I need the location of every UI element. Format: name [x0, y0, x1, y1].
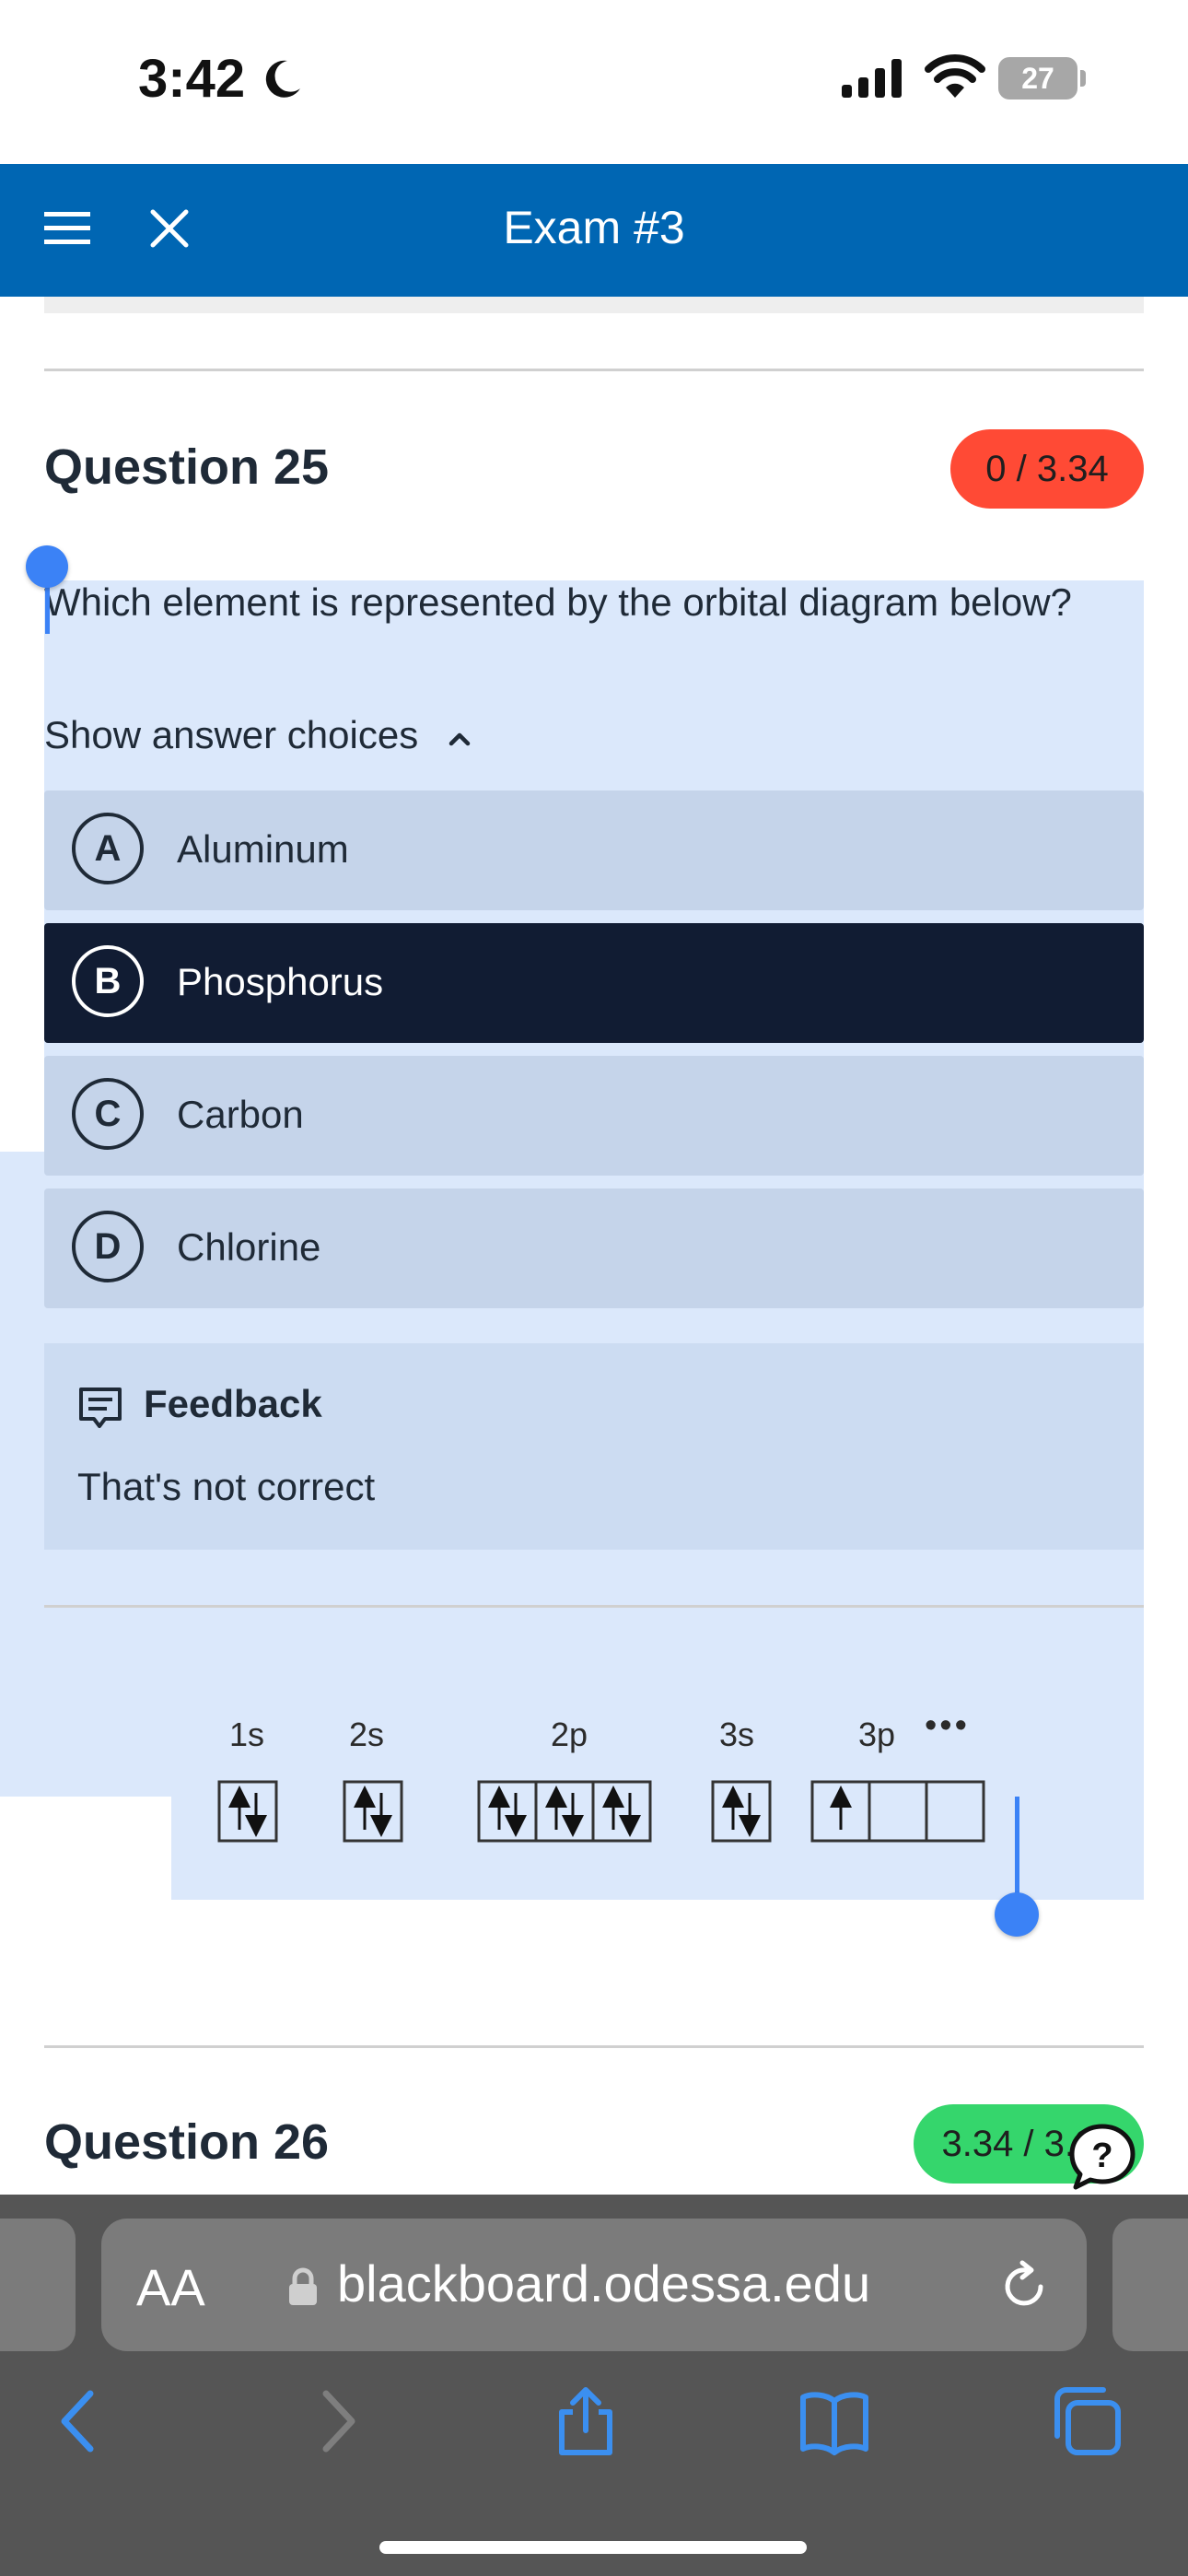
answer-choice-d[interactable]: D Chlorine [44, 1188, 1144, 1308]
svg-text:?: ? [1091, 2137, 1112, 2175]
cellular-signal-icon [842, 59, 902, 98]
question-25-score-badge: 0 / 3.34 [950, 429, 1144, 509]
choice-letter: A [72, 813, 144, 884]
previous-content-strip [44, 297, 1144, 313]
share-icon[interactable] [549, 2384, 623, 2458]
orbital-label-1s: 1s [228, 1715, 265, 1753]
choice-label: Phosphorus [177, 960, 384, 1003]
forward-icon[interactable] [300, 2384, 374, 2458]
page-settings-button[interactable]: AA [136, 2257, 205, 2317]
selection-end-caret [1015, 1797, 1019, 1903]
help-chat-icon[interactable]: ? [1068, 2123, 1136, 2191]
feedback-icon [79, 1388, 122, 1428]
selection-start-handle[interactable] [26, 545, 68, 588]
page-title: Exam #3 [503, 202, 685, 253]
choice-label: Aluminum [177, 827, 349, 871]
wifi-icon [925, 54, 985, 98]
battery-tip [1080, 70, 1086, 87]
status-time: 3:42 [138, 49, 246, 109]
orbital-label-2p: 2p [550, 1715, 588, 1753]
answer-choice-a[interactable]: A Aluminum [44, 790, 1144, 910]
next-tab-preview[interactable] [1112, 2219, 1188, 2351]
choice-letter: D [72, 1211, 144, 1282]
section-divider [44, 1605, 1144, 1608]
back-icon[interactable] [42, 2384, 116, 2458]
question-prompt: Which element is represented by the orbi… [44, 580, 1072, 624]
choice-letter: B [72, 945, 144, 1017]
bookmarks-icon[interactable] [798, 2384, 871, 2458]
orbital-label-3s: 3s [718, 1715, 755, 1753]
lock-icon [289, 2267, 317, 2305]
previous-tab-preview[interactable] [0, 2219, 76, 2351]
feedback-text: That's not correct [77, 1465, 376, 1508]
battery-indicator: 27 [998, 57, 1077, 100]
moon-icon [265, 60, 300, 98]
text-selection-highlight-left [0, 1152, 44, 1797]
answer-choice-b[interactable]: B Phosphorus [44, 923, 1144, 1043]
reload-icon[interactable] [998, 2259, 1050, 2311]
url-text[interactable]: blackboard.odessa.edu [337, 2254, 870, 2313]
choice-letter: C [72, 1078, 144, 1150]
feedback-title: Feedback [144, 1382, 322, 1425]
chevron-up-icon[interactable] [446, 726, 473, 750]
choice-label: Chlorine [177, 1225, 321, 1269]
orbital-label-2s: 2s [348, 1715, 385, 1753]
question-26-title: Question 26 [44, 2114, 330, 2170]
question-25-title: Question 25 [44, 439, 330, 495]
choice-label: Carbon [177, 1093, 304, 1136]
home-indicator[interactable] [379, 2541, 807, 2554]
tabs-icon[interactable] [1050, 2384, 1124, 2458]
orbital-diagram [217, 1780, 985, 1843]
section-divider [44, 369, 1144, 371]
answer-choice-c[interactable]: C Carbon [44, 1056, 1144, 1176]
orbital-label-3p: 3p [857, 1715, 896, 1753]
show-answer-choices-toggle[interactable]: Show answer choices [44, 713, 418, 757]
more-dots-icon: ••• [925, 1706, 970, 1745]
feedback-panel [44, 1343, 1144, 1550]
selection-end-handle[interactable] [995, 1892, 1039, 1937]
section-divider [44, 2045, 1144, 2048]
